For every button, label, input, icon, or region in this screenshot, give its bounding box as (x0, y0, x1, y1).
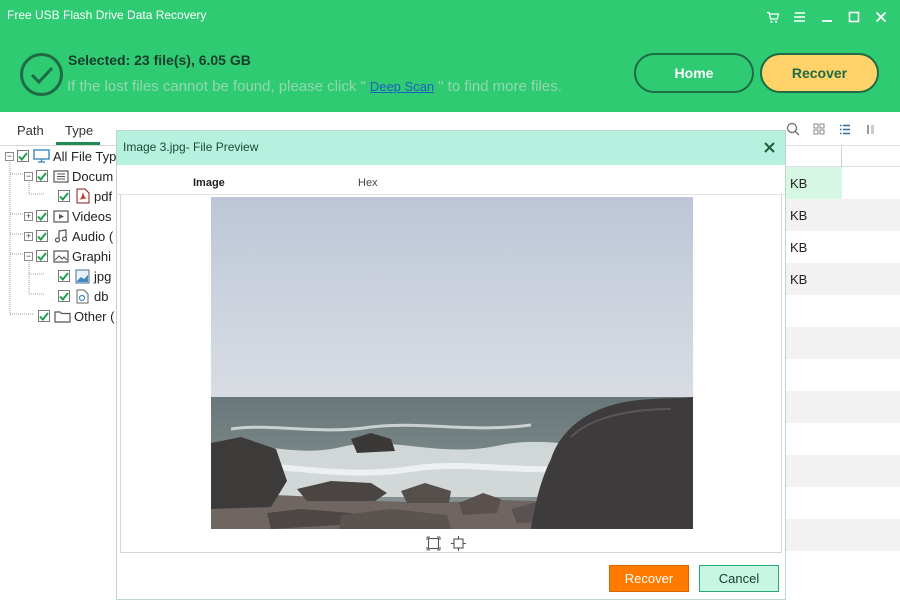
file-row[interactable]: KB (786, 263, 900, 295)
menu-icon[interactable] (786, 6, 813, 28)
preview-view-tabs: Image Hex (117, 165, 785, 195)
maximize-icon[interactable] (840, 6, 867, 28)
checkbox[interactable] (17, 150, 29, 162)
collapse-toggle[interactable]: − (24, 251, 33, 261)
expand-toggle[interactable]: + (24, 231, 33, 241)
dialog-title: Image 3.jpg- File Preview (123, 140, 259, 154)
view-toolbar (782, 118, 900, 140)
video-icon (52, 209, 69, 224)
home-button[interactable]: Home (634, 53, 754, 93)
fit-to-window-icon[interactable] (425, 535, 442, 552)
checkbox[interactable] (36, 230, 48, 242)
tree-item-graphics[interactable]: − Graphi (24, 246, 111, 266)
checkbox[interactable] (36, 170, 48, 182)
tree-item-label: pdf (94, 188, 113, 204)
empty-row (786, 423, 900, 455)
cart-icon[interactable] (759, 6, 786, 28)
checkbox[interactable] (58, 190, 70, 202)
empty-row (786, 487, 900, 519)
tree-item-videos[interactable]: + Videos (24, 206, 112, 226)
minimize-icon[interactable] (813, 6, 840, 28)
preview-image (211, 197, 693, 529)
empty-row (786, 359, 900, 391)
dialog-titlebar[interactable]: Image 3.jpg- File Preview (117, 131, 785, 165)
file-size: KB (790, 239, 808, 255)
empty-row (786, 455, 900, 487)
collapse-toggle[interactable]: − (24, 171, 33, 181)
tree-item-all-file-types[interactable]: − All File Typ (5, 146, 116, 166)
pdf-icon (74, 188, 91, 204)
file-type-tree: − All File Typ − Docum pdf + Videos + Au… (0, 146, 118, 600)
empty-row (786, 519, 900, 551)
image-preview-area (120, 195, 782, 553)
file-list-header (786, 145, 900, 167)
column-divider[interactable] (841, 145, 842, 167)
actual-size-icon[interactable] (450, 535, 467, 552)
file-row[interactable]: KB (786, 199, 900, 231)
list-view-icon[interactable] (838, 122, 852, 136)
detail-view-icon[interactable] (864, 122, 878, 136)
tree-item-db[interactable]: db (58, 286, 108, 306)
file-size: KB (790, 271, 808, 287)
left-tab-bar: Path Type (0, 112, 120, 146)
dialog-cancel-button[interactable]: Cancel (699, 565, 779, 592)
empty-row (786, 327, 900, 359)
image-icon (52, 249, 69, 264)
music-icon (52, 229, 69, 244)
tree-item-label: Docum (72, 168, 114, 184)
file-preview-dialog: Image 3.jpg- File Preview Image Hex Reco… (116, 130, 786, 600)
file-size: KB (790, 175, 808, 191)
hint-text-before: If the lost files cannot be found, pleas… (67, 78, 366, 95)
collapse-toggle[interactable]: − (5, 151, 14, 161)
file-row[interactable]: KB (786, 167, 900, 199)
tree-item-label: db (94, 288, 109, 304)
file-row[interactable]: KB (786, 231, 900, 263)
tab-type[interactable]: Type (65, 123, 93, 138)
app-title: Free USB Flash Drive Data Recovery (7, 8, 207, 22)
empty-row (786, 551, 900, 583)
tree-item-label: Audio ( (72, 228, 114, 244)
checkbox[interactable] (58, 270, 70, 282)
tree-item-jpg[interactable]: jpg (58, 266, 111, 286)
tree-item-other[interactable]: Other ( (38, 306, 114, 326)
document-icon (52, 169, 69, 184)
app-header: Free USB Flash Drive Data Recovery Selec… (0, 0, 900, 112)
tab-image[interactable]: Image (193, 177, 225, 189)
deep-scan-link[interactable]: Deep Scan (370, 79, 434, 94)
tree-item-label: Graphi (72, 248, 112, 264)
tree-item-documents[interactable]: − Docum (24, 166, 113, 186)
tree-item-label: Videos (72, 208, 112, 224)
checkbox[interactable] (38, 310, 50, 322)
file-size: KB (790, 207, 808, 223)
expand-toggle[interactable]: + (24, 211, 33, 221)
db-icon (74, 289, 91, 304)
monitor-icon (33, 149, 50, 164)
tree-item-pdf[interactable]: pdf (58, 186, 112, 206)
tree-item-label: Other ( (74, 308, 115, 324)
recover-button[interactable]: Recover (760, 53, 879, 93)
search-icon[interactable] (786, 122, 800, 136)
checkbox[interactable] (36, 250, 48, 262)
empty-row (786, 391, 900, 423)
tree-item-label: jpg (94, 268, 112, 284)
hint-text-after: " to find more files. (438, 78, 562, 95)
checkbox[interactable] (36, 210, 48, 222)
folder-icon (54, 309, 71, 324)
close-icon[interactable] (761, 139, 777, 155)
selected-summary: Selected: 23 file(s), 6.05 GB (68, 52, 251, 68)
tab-path[interactable]: Path (17, 123, 44, 138)
checkbox[interactable] (58, 290, 70, 302)
close-icon[interactable] (867, 6, 894, 28)
empty-row (786, 295, 900, 327)
dialog-recover-button[interactable]: Recover (609, 565, 689, 592)
zoom-controls (425, 535, 467, 552)
success-check-icon (20, 53, 63, 96)
deep-scan-hint: If the lost files cannot be found, pleas… (67, 78, 562, 95)
tree-item-audio[interactable]: + Audio ( (24, 226, 113, 246)
window-controls (759, 6, 894, 28)
tab-hex[interactable]: Hex (358, 177, 378, 189)
grid-view-icon[interactable] (812, 122, 826, 136)
jpg-icon (74, 269, 91, 284)
tree-item-label: All File Typ (53, 148, 117, 164)
